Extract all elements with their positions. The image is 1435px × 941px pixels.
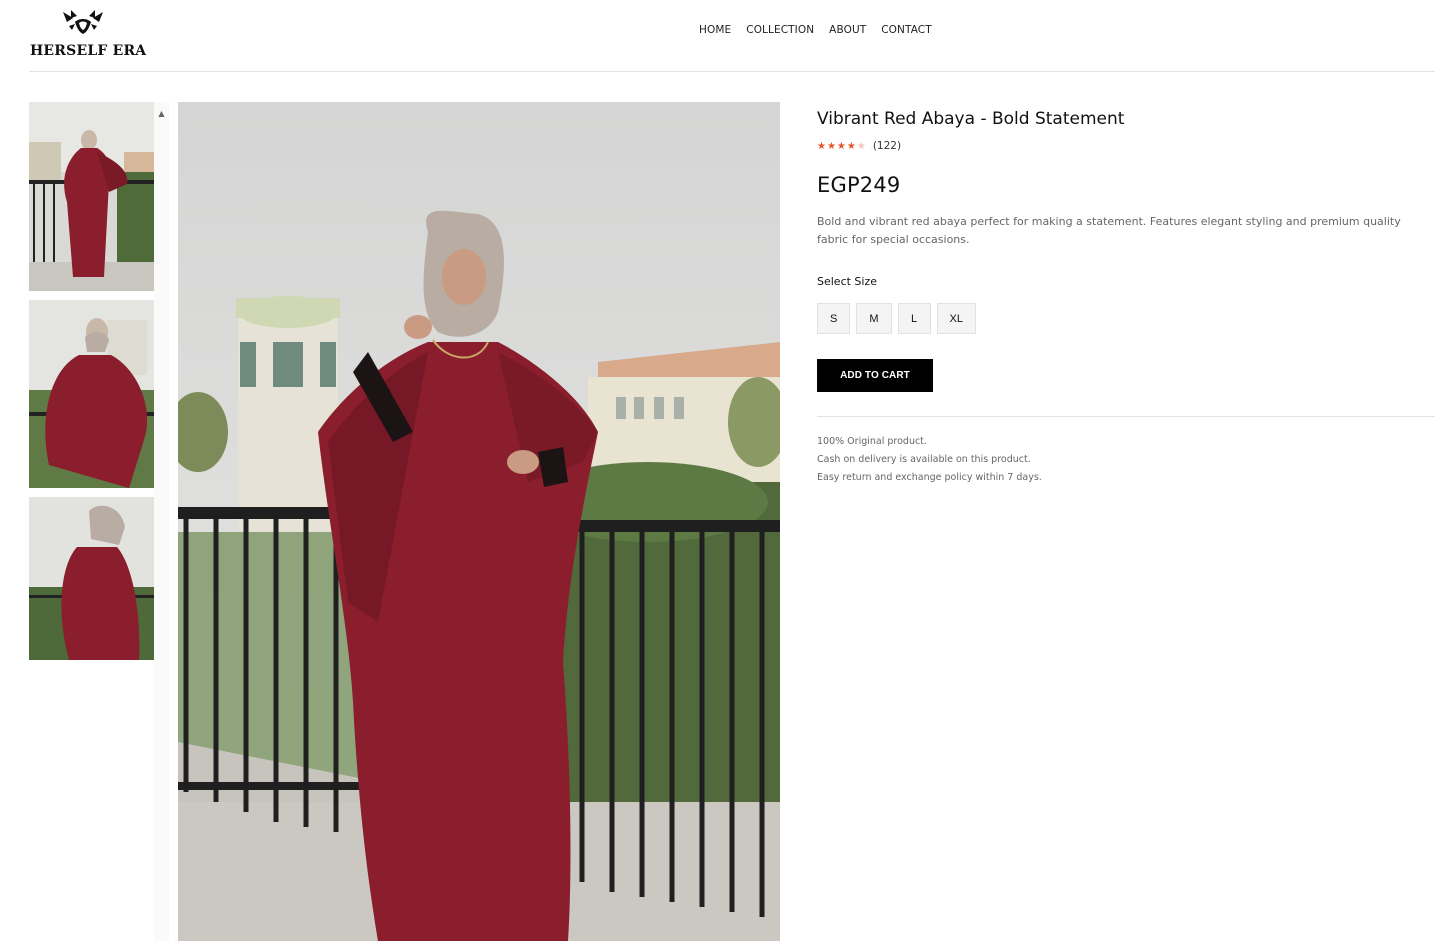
main-product-image[interactable]: [178, 102, 780, 941]
product-description: Bold and vibrant red abaya perfect for m…: [817, 215, 1401, 246]
butterfly-logo-icon: [63, 10, 103, 34]
size-option-l[interactable]: L: [897, 303, 931, 334]
nav-contact[interactable]: CONTACT: [881, 24, 932, 36]
nav-about[interactable]: ABOUT: [829, 24, 866, 36]
thumbnail-1[interactable]: [29, 102, 154, 291]
caret-up-icon[interactable]: ▲: [156, 109, 167, 119]
size-option-m[interactable]: M: [856, 303, 892, 334]
thumbnail-3[interactable]: [29, 497, 154, 660]
add-to-cart-button[interactable]: ADD TO CART: [817, 359, 933, 392]
policy-original: 100% Original product.: [817, 436, 927, 447]
size-selector: S M L XL: [817, 303, 976, 334]
thumbnail-2[interactable]: [29, 300, 154, 488]
star-rating-icon: ★★★★★: [817, 140, 867, 152]
nav-home[interactable]: HOME: [699, 24, 731, 36]
product-title: Vibrant Red Abaya - Bold Statement: [817, 109, 1125, 129]
brand-name: HERSELF ERA: [30, 43, 147, 59]
product-policies: 100% Original product. Cash on delivery …: [817, 433, 1042, 487]
size-option-xl[interactable]: XL: [936, 303, 976, 334]
product-rating: ★★★★★ (122): [817, 140, 901, 152]
product-price: EGP249: [817, 173, 901, 197]
policy-return: Easy return and exchange policy within 7…: [817, 472, 1042, 483]
nav-collection[interactable]: COLLECTION: [746, 24, 814, 36]
main-nav: HOME COLLECTION ABOUT CONTACT: [699, 24, 932, 36]
review-count[interactable]: (122): [873, 140, 901, 152]
size-option-s[interactable]: S: [817, 303, 851, 334]
site-header: HERSELF ERA HOME COLLECTION ABOUT CONTAC…: [29, 0, 1435, 72]
brand-logo[interactable]: HERSELF ERA: [29, 6, 146, 59]
size-label: Select Size: [817, 275, 878, 288]
thumbnail-scrollbar[interactable]: [154, 102, 169, 941]
divider: [817, 416, 1435, 417]
policy-cod: Cash on delivery is available on this pr…: [817, 454, 1031, 465]
